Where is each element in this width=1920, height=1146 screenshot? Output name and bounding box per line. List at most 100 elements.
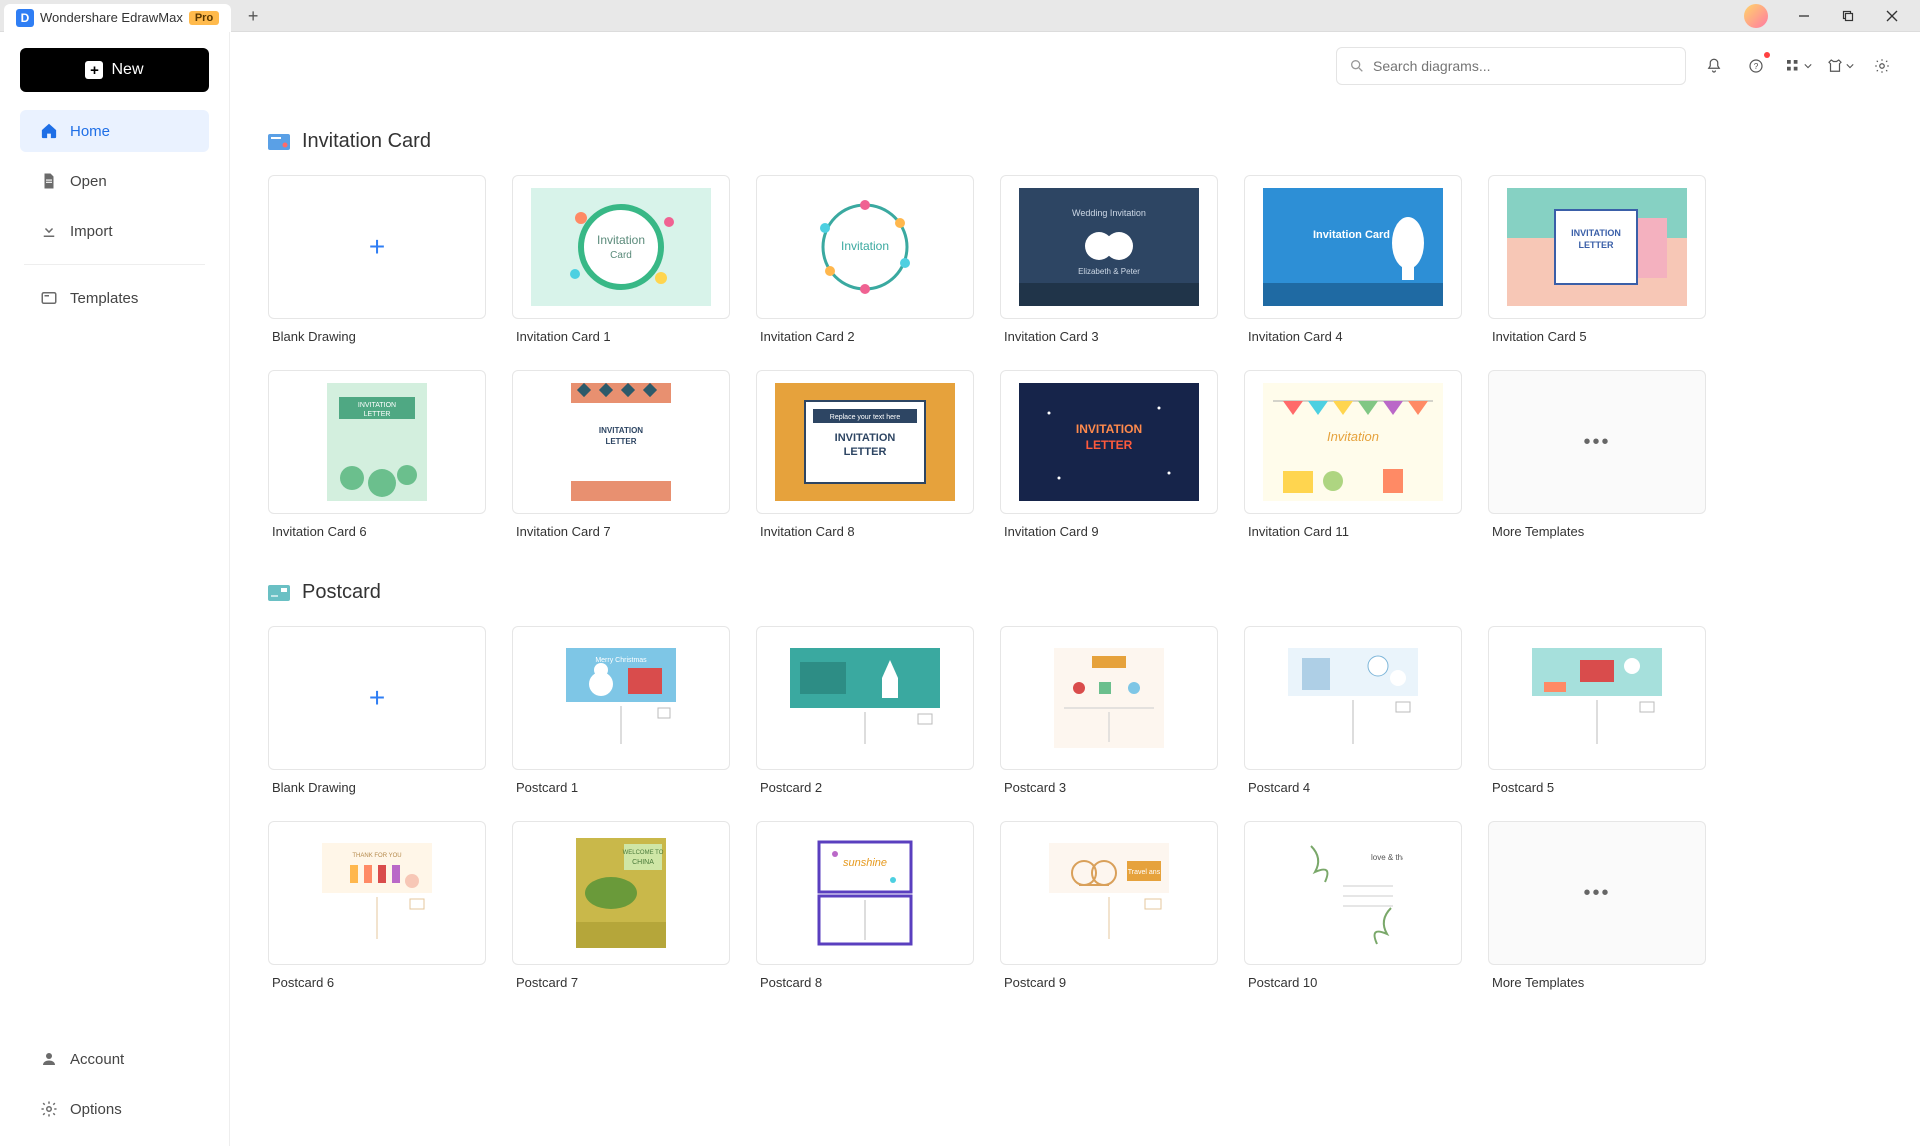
card-label: Invitation Card 2 (756, 329, 974, 344)
template-card[interactable]: INVITATIONLETTER Invitation Card 5 (1488, 175, 1706, 344)
template-card-blank[interactable]: + Blank Drawing (268, 175, 486, 344)
svg-text:INVITATION: INVITATION (835, 432, 896, 444)
sidebar-item-options[interactable]: Options (20, 1088, 209, 1130)
card-label: Invitation Card 6 (268, 524, 486, 539)
card-label: Invitation Card 1 (512, 329, 730, 344)
bell-icon[interactable] (1700, 52, 1728, 80)
card-label: Invitation Card 4 (1244, 329, 1462, 344)
template-card[interactable]: love & thanks Postcard 10 (1244, 821, 1462, 990)
svg-text:Elizabeth & Peter: Elizabeth & Peter (1078, 267, 1140, 276)
svg-text:Invitation Card: Invitation Card (1313, 229, 1390, 241)
template-card[interactable]: Postcard 3 (1000, 626, 1218, 795)
template-card[interactable]: sunshine Postcard 8 (756, 821, 974, 990)
invitation-card-icon (268, 134, 290, 150)
add-tab-button[interactable]: + (239, 3, 267, 31)
svg-text:THANK FOR YOU: THANK FOR YOU (352, 853, 401, 859)
sidebar-item-import[interactable]: Import (20, 210, 209, 252)
user-avatar[interactable] (1744, 4, 1768, 28)
card-label: Blank Drawing (268, 329, 486, 344)
toolbar: ? (230, 32, 1920, 100)
template-card[interactable]: Merry Christmas Postcard 1 (512, 626, 730, 795)
titlebar: D Wondershare EdrawMax Pro + (0, 0, 1920, 32)
help-icon[interactable]: ? (1742, 52, 1770, 80)
card-label: Invitation Card 11 (1244, 524, 1462, 539)
svg-text:love & thanks: love & thanks (1371, 853, 1403, 862)
more-icon: ••• (1488, 370, 1706, 514)
minimize-button[interactable] (1784, 2, 1824, 30)
app-name: Wondershare EdrawMax (40, 10, 183, 25)
template-card[interactable]: INVITATIONLETTER Invitation Card 6 (268, 370, 486, 539)
sidebar: + New Home Open Import Templates (0, 32, 230, 1146)
svg-text:INVITATION: INVITATION (1076, 422, 1142, 436)
template-card[interactable]: THANK FOR YOU Postcard 6 (268, 821, 486, 990)
template-card[interactable]: Wedding Invitation Elizabeth & Peter Invi… (1000, 175, 1218, 344)
import-icon (40, 222, 58, 240)
svg-text:LETTER: LETTER (1579, 240, 1614, 250)
card-label: Invitation Card 5 (1488, 329, 1706, 344)
template-card[interactable]: INVITATIONLETTER Invitation Card 7 (512, 370, 730, 539)
template-card[interactable]: Postcard 5 (1488, 626, 1706, 795)
plus-icon: + (369, 682, 385, 714)
section-title: Postcard (302, 581, 381, 604)
content-scroll[interactable]: Invitation Card + Blank Drawing Invitati… (230, 100, 1920, 1146)
template-card[interactable]: Invitation Invitation Card 11 (1244, 370, 1462, 539)
card-label: Postcard 3 (1000, 780, 1218, 795)
template-card-more[interactable]: ••• More Templates (1488, 370, 1706, 539)
sidebar-item-home[interactable]: Home (20, 110, 209, 152)
account-icon (40, 1050, 58, 1068)
more-icon: ••• (1488, 821, 1706, 965)
card-label: Postcard 2 (756, 780, 974, 795)
sidebar-item-label: Account (70, 1051, 124, 1068)
card-label: More Templates (1488, 524, 1706, 539)
template-card[interactable]: Replace your text hereINVITATIONLETTER I… (756, 370, 974, 539)
search-box[interactable] (1336, 47, 1686, 85)
app-tab[interactable]: D Wondershare EdrawMax Pro (4, 4, 231, 32)
sidebar-item-label: Options (70, 1101, 122, 1118)
svg-text:Invitation: Invitation (841, 239, 889, 253)
card-label: Postcard 8 (756, 975, 974, 990)
template-card[interactable]: Travel ans Postcard 9 (1000, 821, 1218, 990)
app-logo-icon: D (16, 9, 34, 27)
sidebar-item-account[interactable]: Account (20, 1038, 209, 1080)
card-label: Postcard 1 (512, 780, 730, 795)
card-label: Postcard 9 (1000, 975, 1218, 990)
card-label: Postcard 4 (1244, 780, 1462, 795)
sidebar-item-label: Open (70, 173, 107, 190)
maximize-button[interactable] (1828, 2, 1868, 30)
template-card[interactable]: INVITATIONLETTER Invitation Card 9 (1000, 370, 1218, 539)
template-card-more[interactable]: ••• More Templates (1488, 821, 1706, 990)
new-button[interactable]: + New (20, 48, 209, 92)
template-card[interactable]: Postcard 4 (1244, 626, 1462, 795)
shirt-icon[interactable] (1826, 52, 1854, 80)
sidebar-item-open[interactable]: Open (20, 160, 209, 202)
template-card[interactable]: WELCOME TOCHINA Postcard 7 (512, 821, 730, 990)
notification-dot (1764, 52, 1770, 58)
svg-text:Invitation: Invitation (1327, 429, 1379, 444)
card-label: Invitation Card 3 (1000, 329, 1218, 344)
svg-text:LETTER: LETTER (605, 437, 636, 446)
template-card-blank[interactable]: + Blank Drawing (268, 626, 486, 795)
plus-icon: + (369, 231, 385, 263)
sidebar-item-label: Import (70, 223, 113, 240)
close-button[interactable] (1872, 2, 1912, 30)
svg-text:Wedding Invitation: Wedding Invitation (1072, 208, 1146, 218)
home-icon (40, 122, 58, 140)
section-title: Invitation Card (302, 130, 431, 153)
postcard-icon (268, 585, 290, 601)
svg-text:Merry Christmas: Merry Christmas (595, 657, 647, 664)
svg-text:?: ? (1754, 62, 1759, 71)
search-input[interactable] (1373, 58, 1673, 74)
sidebar-item-templates[interactable]: Templates (20, 277, 209, 319)
apps-icon[interactable] (1784, 52, 1812, 80)
file-icon (40, 172, 58, 190)
plus-icon: + (85, 61, 103, 79)
settings-icon[interactable] (1868, 52, 1896, 80)
template-card[interactable]: InvitationCard Invitation Card 1 (512, 175, 730, 344)
svg-text:INVITATION: INVITATION (599, 426, 643, 435)
new-label: New (111, 61, 143, 79)
template-card[interactable]: Postcard 2 (756, 626, 974, 795)
template-card[interactable]: Invitation Card Invitation Card 4 (1244, 175, 1462, 344)
templates-icon (40, 289, 58, 307)
svg-text:LETTER: LETTER (364, 411, 391, 418)
template-card[interactable]: Invitation Invitation Card 2 (756, 175, 974, 344)
